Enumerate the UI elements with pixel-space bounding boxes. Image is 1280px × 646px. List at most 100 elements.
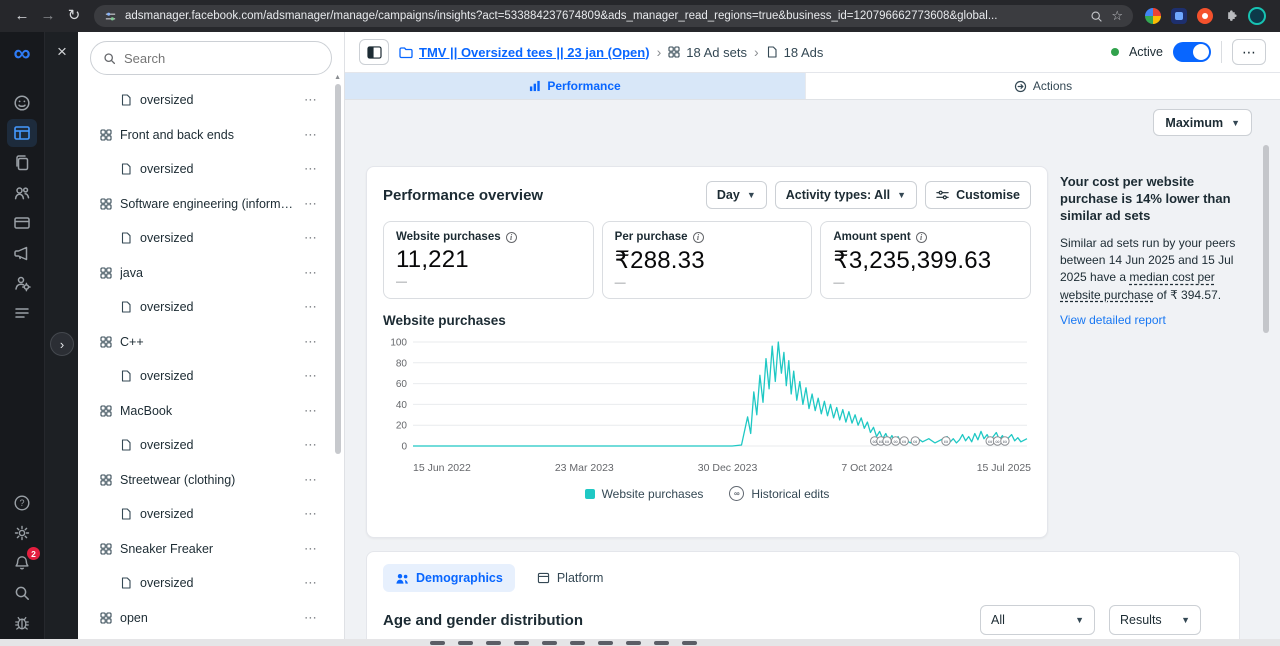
report-bug-icon[interactable] [7, 609, 37, 637]
info-icon[interactable]: i [693, 232, 704, 243]
breadcrumb-campaign[interactable]: TMV || Oversized tees || 23 jan (Open) [399, 45, 650, 60]
more-options-icon[interactable]: ⋯ [304, 472, 318, 488]
sidebar-list-item[interactable]: Front and back ends ⋯ [78, 118, 344, 153]
sidebar-list-item[interactable]: open ⋯ [78, 601, 344, 636]
purchases-chart: 020406080100∞∞∞∞∞∞∞∞∞∞ [383, 334, 1031, 460]
collapse-sidebar-button[interactable]: › [50, 332, 74, 356]
more-options-icon[interactable]: ⋯ [304, 437, 318, 453]
extension-navy-icon[interactable] [1171, 8, 1187, 24]
sidebar-list-item[interactable]: oversized ⋯ [78, 428, 344, 463]
view-detailed-report-link[interactable]: View detailed report [1060, 313, 1166, 327]
sidebar-scrollbar[interactable] [335, 84, 341, 454]
sidebar-list-item[interactable]: oversized ⋯ [78, 83, 344, 118]
more-options-icon[interactable]: ⋯ [304, 610, 318, 626]
tab-platform[interactable]: Platform [525, 564, 616, 592]
forward-icon[interactable]: → [36, 0, 60, 32]
info-icon[interactable]: i [506, 232, 517, 243]
bookmark-star-icon[interactable]: ☆ [1111, 5, 1123, 27]
site-settings-icon[interactable] [104, 10, 117, 23]
zoom-icon[interactable] [1090, 10, 1103, 23]
active-toggle[interactable] [1173, 42, 1211, 62]
sidebar-list-item[interactable]: oversized ⋯ [78, 221, 344, 256]
results-dropdown[interactable]: Results▼ [1109, 605, 1201, 635]
taskbar-icon[interactable] [626, 641, 641, 645]
customise-button[interactable]: Customise [925, 181, 1031, 209]
sidebar-list-item[interactable]: Sneaker Freaker ⋯ [78, 532, 344, 567]
extension-pinwheel-icon[interactable] [1145, 8, 1161, 24]
more-options-icon[interactable]: ⋯ [304, 196, 318, 212]
taskbar-icon[interactable] [598, 641, 613, 645]
promote-megaphone-icon[interactable] [7, 239, 37, 267]
age-gender-filter-dropdown[interactable]: All▼ [980, 605, 1095, 635]
tab-demographics[interactable]: Demographics [383, 564, 515, 592]
billing-icon[interactable] [7, 209, 37, 237]
x-tick-label: 15 Jun 2022 [413, 462, 471, 474]
taskbar-icon[interactable] [514, 641, 529, 645]
browser-profile-avatar[interactable] [1248, 7, 1266, 25]
activity-types-dropdown[interactable]: Activity types: All▼ [775, 181, 917, 209]
adset-grid-icon [100, 405, 112, 417]
tab-actions[interactable]: Actions [805, 73, 1280, 99]
search-input[interactable] [124, 51, 319, 66]
taskbar-icon[interactable] [486, 641, 501, 645]
more-options-icon[interactable]: ⋯ [304, 299, 318, 315]
extension-orange-icon[interactable] [1197, 8, 1213, 24]
more-options-icon[interactable]: ⋯ [304, 92, 318, 108]
account-settings-person-icon[interactable] [7, 269, 37, 297]
more-options-icon[interactable]: ⋯ [304, 161, 318, 177]
taskbar-icon[interactable] [430, 641, 445, 645]
address-bar[interactable]: adsmanager.facebook.com/adsmanager/manag… [94, 5, 1133, 27]
more-options-icon[interactable]: ⋯ [304, 403, 318, 419]
breadcrumb-adsets[interactable]: 18 Ad sets [668, 45, 747, 60]
pages-icon[interactable] [7, 149, 37, 177]
sidebar-list-item[interactable]: Streetwear (clothing) ⋯ [78, 463, 344, 498]
taskbar-icon[interactable] [682, 641, 697, 645]
main-scrollbar[interactable] [1263, 145, 1269, 333]
info-icon[interactable]: i [916, 232, 927, 243]
more-options-icon[interactable]: ⋯ [304, 265, 318, 281]
scroll-up-arrow-icon[interactable]: ▲ [334, 74, 341, 81]
sidebar-list-item[interactable]: C++ ⋯ [78, 325, 344, 360]
sidebar-list-item[interactable]: oversized ⋯ [78, 497, 344, 532]
sidebar-list-item[interactable]: Software engineering (information t... ⋯ [78, 187, 344, 222]
day-dropdown[interactable]: Day▼ [706, 181, 767, 209]
more-options-icon[interactable]: ⋯ [304, 368, 318, 384]
extensions-puzzle-icon[interactable] [1223, 9, 1238, 24]
sidebar-list-item[interactable]: oversized ⋯ [78, 566, 344, 601]
sidebar-list-item[interactable]: java ⋯ [78, 256, 344, 291]
taskbar-icon[interactable] [570, 641, 585, 645]
account-overview-icon[interactable] [7, 89, 37, 117]
more-options-icon[interactable]: ⋯ [304, 230, 318, 246]
more-options-icon[interactable]: ⋯ [304, 541, 318, 557]
close-icon[interactable]: × [51, 41, 73, 63]
more-options-icon[interactable]: ⋯ [304, 506, 318, 522]
taskbar-icon[interactable] [654, 641, 669, 645]
notifications-bell-icon[interactable]: 2 [7, 549, 37, 577]
toggle-panel-button[interactable] [359, 39, 389, 65]
more-menu-button[interactable]: ⋯ [1232, 39, 1266, 65]
maximum-dropdown[interactable]: Maximum ▼ [1153, 109, 1252, 136]
demographics-card: Demographics Platform Age and gender dis… [366, 551, 1240, 646]
sidebar-list-item[interactable]: MacBook ⋯ [78, 394, 344, 429]
more-options-icon[interactable]: ⋯ [304, 334, 318, 350]
taskbar-icon[interactable] [458, 641, 473, 645]
audiences-icon[interactable] [7, 179, 37, 207]
campaigns-table-icon[interactable] [7, 119, 37, 147]
menu-lines-icon[interactable] [7, 299, 37, 327]
breadcrumb-ads[interactable]: 18 Ads [766, 45, 824, 60]
rail-search-icon[interactable] [7, 579, 37, 607]
meta-logo-icon[interactable]: ∞ [13, 42, 30, 66]
back-icon[interactable]: ← [10, 0, 34, 32]
sidebar-list-item[interactable]: oversized ⋯ [78, 152, 344, 187]
svg-text:∞: ∞ [913, 440, 917, 446]
more-options-icon[interactable]: ⋯ [304, 127, 318, 143]
help-icon[interactable]: ? [7, 489, 37, 517]
sidebar-list-item[interactable]: oversized ⋯ [78, 359, 344, 394]
taskbar-icon[interactable] [542, 641, 557, 645]
more-options-icon[interactable]: ⋯ [304, 575, 318, 591]
tab-performance[interactable]: Performance [345, 73, 805, 99]
sidebar-list-item[interactable]: oversized ⋯ [78, 290, 344, 325]
refresh-icon[interactable]: ↻ [62, 0, 86, 32]
sidebar-search[interactable] [90, 41, 332, 75]
settings-gear-icon[interactable] [7, 519, 37, 547]
